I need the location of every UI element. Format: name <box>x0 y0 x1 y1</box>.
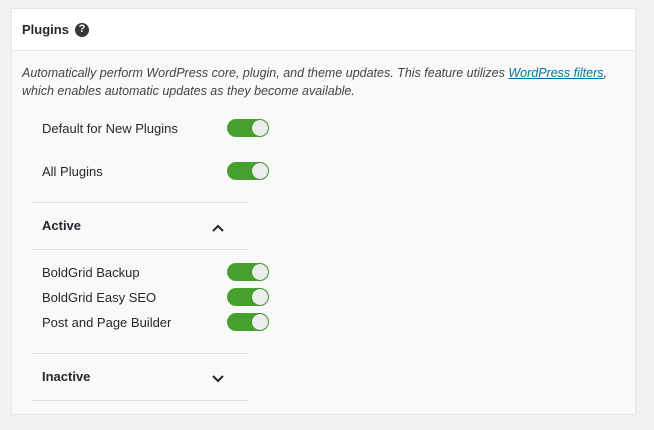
plugin-row-boldgrid-easy-seo: BoldGrid Easy SEO <box>42 287 269 307</box>
panel-title: Plugins <box>22 22 69 37</box>
inactive-section-label: Inactive <box>42 369 91 384</box>
panel-header: Plugins ? <box>12 9 635 51</box>
description-line-2: which enables automatic updates as they … <box>22 84 355 98</box>
toggle-knob <box>252 163 268 179</box>
plugin-label: BoldGrid Backup <box>42 264 140 280</box>
description-text: Automatically perform WordPress core, pl… <box>22 64 622 100</box>
plugin-row-boldgrid-backup: BoldGrid Backup <box>42 262 269 282</box>
active-section-label: Active <box>42 218 82 233</box>
plugins-settings-panel: Plugins ? Automatically perform WordPres… <box>11 8 636 415</box>
inactive-section-header[interactable]: Inactive <box>32 353 248 401</box>
toggle-label: All Plugins <box>42 163 103 179</box>
boldgrid-easy-seo-toggle[interactable] <box>227 288 269 306</box>
toggle-row-all-plugins: All Plugins <box>42 161 269 181</box>
description-text-after: , <box>603 66 607 80</box>
toggle-knob <box>252 289 268 305</box>
plugin-row-post-and-page-builder: Post and Page Builder <box>42 312 269 332</box>
toggle-label: Default for New Plugins <box>42 120 178 136</box>
chevron-down-icon[interactable] <box>212 373 224 385</box>
boldgrid-backup-toggle[interactable] <box>227 263 269 281</box>
toggle-knob <box>252 314 268 330</box>
chevron-up-icon[interactable] <box>212 222 224 234</box>
active-section-header[interactable]: Active <box>32 202 248 250</box>
toggle-knob <box>252 264 268 280</box>
plugin-label: Post and Page Builder <box>42 314 172 330</box>
default-new-plugins-toggle[interactable] <box>227 119 269 137</box>
all-plugins-toggle[interactable] <box>227 162 269 180</box>
toggle-row-default-new-plugins: Default for New Plugins <box>42 118 269 138</box>
toggle-knob <box>252 120 268 136</box>
plugin-label: BoldGrid Easy SEO <box>42 289 157 305</box>
description-text-before: Automatically perform WordPress core, pl… <box>22 66 509 80</box>
post-and-page-builder-toggle[interactable] <box>227 313 269 331</box>
wordpress-filters-link[interactable]: WordPress filters <box>508 66 603 80</box>
question-icon[interactable]: ? <box>74 22 89 37</box>
